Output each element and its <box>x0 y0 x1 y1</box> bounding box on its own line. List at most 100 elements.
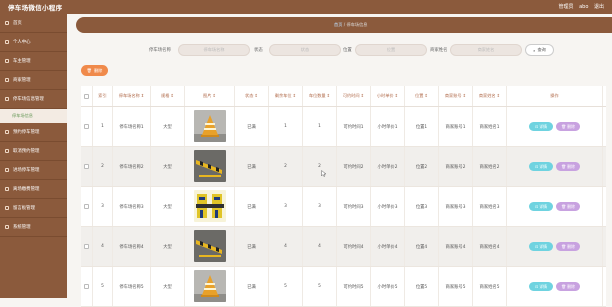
sort-icon[interactable]: ⇕ <box>254 93 258 99</box>
column-header[interactable]: 商家账号 ⇕ <box>439 86 473 106</box>
search-icon: ⌕ <box>533 47 536 53</box>
status-input[interactable]: 状态 <box>269 44 341 56</box>
sort-icon[interactable]: ⇕ <box>293 93 297 99</box>
sidebar-item[interactable]: 取消预约管理 <box>0 142 67 161</box>
filter-bar: 停车场名称 停车场名称 状态 状态 位置 位置 商家姓名 商家姓名 ⌕ 查询 <box>67 44 612 56</box>
sidebar-item[interactable]: 离场缴费管理 <box>0 180 67 199</box>
sidebar-item[interactable]: 留言板管理 <box>0 199 67 218</box>
column-header-label: 可约时间 <box>342 93 360 99</box>
cell-free: 2 <box>269 147 303 186</box>
name-input[interactable]: 停车场名称 <box>178 44 250 56</box>
row-checkbox[interactable] <box>84 124 89 129</box>
parking-lot-image[interactable] <box>193 189 226 224</box>
user-area: 管理员 abo 退出 <box>554 3 604 10</box>
sidebar-subitem[interactable]: 停车场信息 <box>0 109 67 123</box>
delete-button[interactable]: 🗑 删除 <box>556 242 580 251</box>
column-header[interactable]: 操作 <box>507 86 603 106</box>
batch-delete-button[interactable]: 🗑 删除 <box>81 65 108 76</box>
column-header[interactable]: 剩余车位 ⇕ <box>269 86 303 106</box>
cell-spec: 大型 <box>151 147 185 186</box>
sidebar-item[interactable]: 系统管理 <box>0 218 67 237</box>
delete-label: 删除 <box>567 203 575 209</box>
sort-icon[interactable]: ⇕ <box>141 93 145 99</box>
top-bar: 停车场微信小程序 管理员 abo 退出 <box>0 0 612 14</box>
delete-button[interactable]: 🗑 删除 <box>556 162 580 171</box>
detail-button[interactable]: ⊡ 详情 <box>529 242 553 251</box>
delete-button[interactable]: 🗑 删除 <box>556 122 580 131</box>
row-checkbox[interactable] <box>84 204 89 209</box>
column-header[interactable]: 停车场名称 ⇕ <box>113 86 151 106</box>
cell-idx: 2 <box>93 147 113 186</box>
sort-icon[interactable]: ⇕ <box>212 93 216 99</box>
select-all-checkbox[interactable] <box>84 93 89 99</box>
column-header[interactable]: 规格 ⇕ <box>151 86 185 106</box>
cell-loc: 位置4 <box>405 227 439 266</box>
sidebar-item[interactable]: 首页 <box>0 14 67 33</box>
column-header[interactable]: 索引 <box>93 86 113 106</box>
sort-icon[interactable]: ⇕ <box>170 93 174 99</box>
row-checkbox[interactable] <box>84 284 89 289</box>
delete-button[interactable]: 🗑 删除 <box>556 282 580 291</box>
sort-icon[interactable]: ⇕ <box>395 93 399 99</box>
sort-icon[interactable]: ⇕ <box>497 93 501 99</box>
row-checkbox[interactable] <box>84 244 89 249</box>
parking-lot-image[interactable] <box>193 269 226 304</box>
column-header-label: 商家姓名 <box>478 93 496 99</box>
column-header[interactable]: 状态 ⇕ <box>235 86 269 106</box>
cell-status: 已满 <box>235 107 269 146</box>
search-button[interactable]: ⌕ 查询 <box>525 44 554 56</box>
cell-name: 停车场名称4 <box>113 227 151 266</box>
detail-button[interactable]: ⊡ 详情 <box>529 162 553 171</box>
delete-button[interactable]: 🗑 删除 <box>556 202 580 211</box>
detail-label: 详情 <box>539 283 548 289</box>
table-row: 3 停车场名称3 大型 已满 3 3 可约时间3 小时单价3 位置3 商家账号3 商家姓名3 ⊡ 详情 🗑… <box>81 187 606 227</box>
row-select-cell <box>81 107 93 146</box>
cell-total: 4 <box>303 227 337 266</box>
detail-button[interactable]: ⊡ 详情 <box>529 282 553 291</box>
image-cell <box>185 107 235 146</box>
merchant-input[interactable]: 商家姓名 <box>450 44 522 56</box>
user-name[interactable]: abo <box>579 4 588 10</box>
column-header[interactable]: 小时单价 ⇕ <box>371 86 405 106</box>
column-header[interactable]: 车位数量 ⇕ <box>303 86 337 106</box>
column-header-label: 剩余车位 <box>274 93 292 99</box>
actions-cell: ⊡ 详情 🗑 删除 <box>507 187 603 226</box>
parking-lot-image[interactable] <box>193 149 226 184</box>
sidebar: 首页 个人中心 车主管理 商家管理 停车场信息管理 停车场信息 预约停车管理 取消预约管理进场… <box>0 14 67 298</box>
sort-icon[interactable]: ⇕ <box>361 93 365 99</box>
sort-icon[interactable]: ⇕ <box>463 93 467 99</box>
actions-cell: ⊡ 详情 🗑 删除 <box>507 227 603 266</box>
table-row: 5 停车场名称5 大型 已满 5 5 可约时间5 小时单价5 位置5 商家账号5 商家姓名5 ⊡ 详情 🗑… <box>81 267 606 307</box>
cell-loc: 位置2 <box>405 147 439 186</box>
sidebar-item-label: 进场停车管理 <box>13 168 40 173</box>
sort-icon[interactable]: ⇕ <box>327 93 331 99</box>
location-input[interactable]: 位置 <box>355 44 427 56</box>
row-checkbox[interactable] <box>84 164 89 169</box>
sidebar-item[interactable]: 车主管理 <box>0 52 67 71</box>
sidebar-item[interactable]: 停车场信息管理 <box>0 90 67 109</box>
menu-icon <box>5 225 9 229</box>
cell-price: 小时单价5 <box>371 267 405 306</box>
breadcrumb-home[interactable]: 首页 <box>334 22 342 27</box>
parking-lot-image[interactable] <box>193 109 226 144</box>
logout-link[interactable]: 退出 <box>594 4 604 10</box>
column-header[interactable]: 图片 ⇕ <box>185 86 235 106</box>
parking-lot-image[interactable] <box>193 229 226 264</box>
sort-icon[interactable]: ⇕ <box>424 93 428 99</box>
detail-button[interactable]: ⊡ 详情 <box>529 122 553 131</box>
detail-button[interactable]: ⊡ 详情 <box>529 202 553 211</box>
column-header[interactable]: 可约时间 ⇕ <box>337 86 371 106</box>
delete-label: 删除 <box>567 123 575 129</box>
column-header[interactable]: 商家姓名 ⇕ <box>473 86 507 106</box>
sidebar-item[interactable]: 预约停车管理 <box>0 123 67 142</box>
menu-icon <box>5 40 9 44</box>
detail-icon: ⊡ <box>534 204 539 209</box>
column-header-label: 状态 <box>245 93 254 99</box>
sidebar-item[interactable]: 商家管理 <box>0 71 67 90</box>
sidebar-item[interactable]: 进场停车管理 <box>0 161 67 180</box>
column-header[interactable]: 位置 ⇕ <box>405 86 439 106</box>
cell-spec: 大型 <box>151 227 185 266</box>
sidebar-item[interactable]: 个人中心 <box>0 33 67 52</box>
image-cell <box>185 227 235 266</box>
sidebar-item-label: 系统管理 <box>13 225 31 230</box>
